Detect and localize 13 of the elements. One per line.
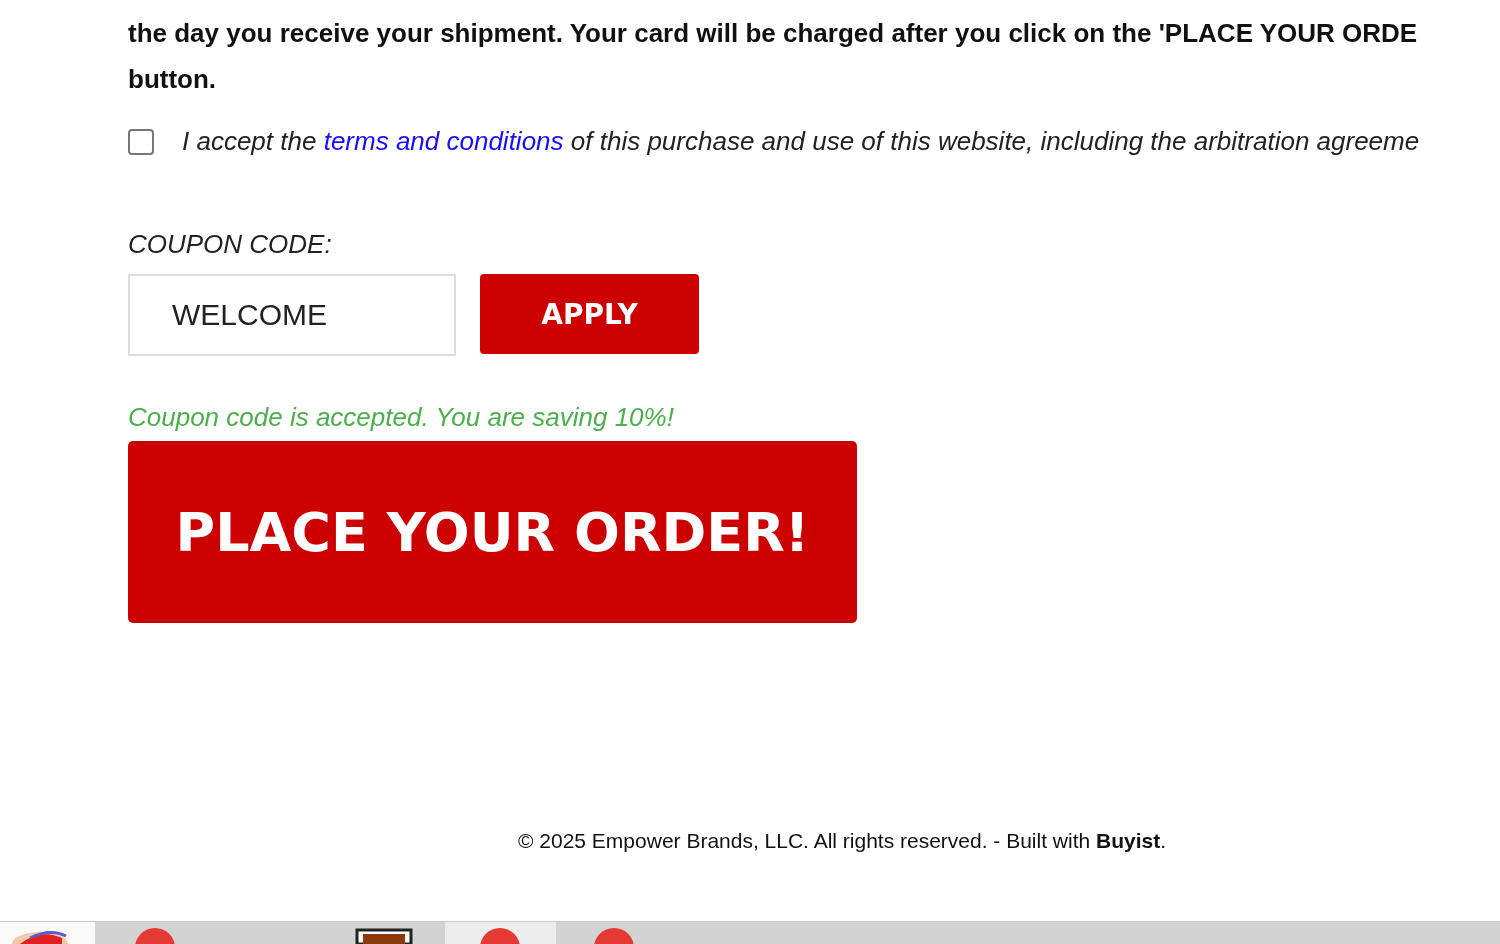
footer-text: © 2025 Empower Brands, LLC. All rights reserved. - Built with Buyist.: [518, 829, 1168, 853]
apply-button[interactable]: APPLY: [480, 274, 699, 354]
coupon-label: COUPON CODE:: [128, 229, 333, 260]
coupon-field[interactable]: WELCOME: [128, 274, 456, 356]
place-order-button[interactable]: PLACE YOUR ORDER!: [128, 441, 857, 623]
notice-text: button.: [128, 63, 218, 96]
notice-text: the day you receive your shipment. Your card will be charged after you click on the 'PLACE YOUR ORDE: [128, 17, 1419, 50]
photo-app-icon[interactable]: [10, 928, 70, 944]
terms-checkbox[interactable]: [128, 128, 154, 155]
terms-text: I accept the terms and conditions of this purchase and use of this website, including the arbitration agreeme: [182, 126, 1420, 157]
terms-link[interactable]: terms and conditions: [323, 126, 564, 156]
document-icon[interactable]: [355, 928, 415, 944]
coupon-message: Coupon code is accepted. You are saving 10%!: [128, 402, 675, 433]
